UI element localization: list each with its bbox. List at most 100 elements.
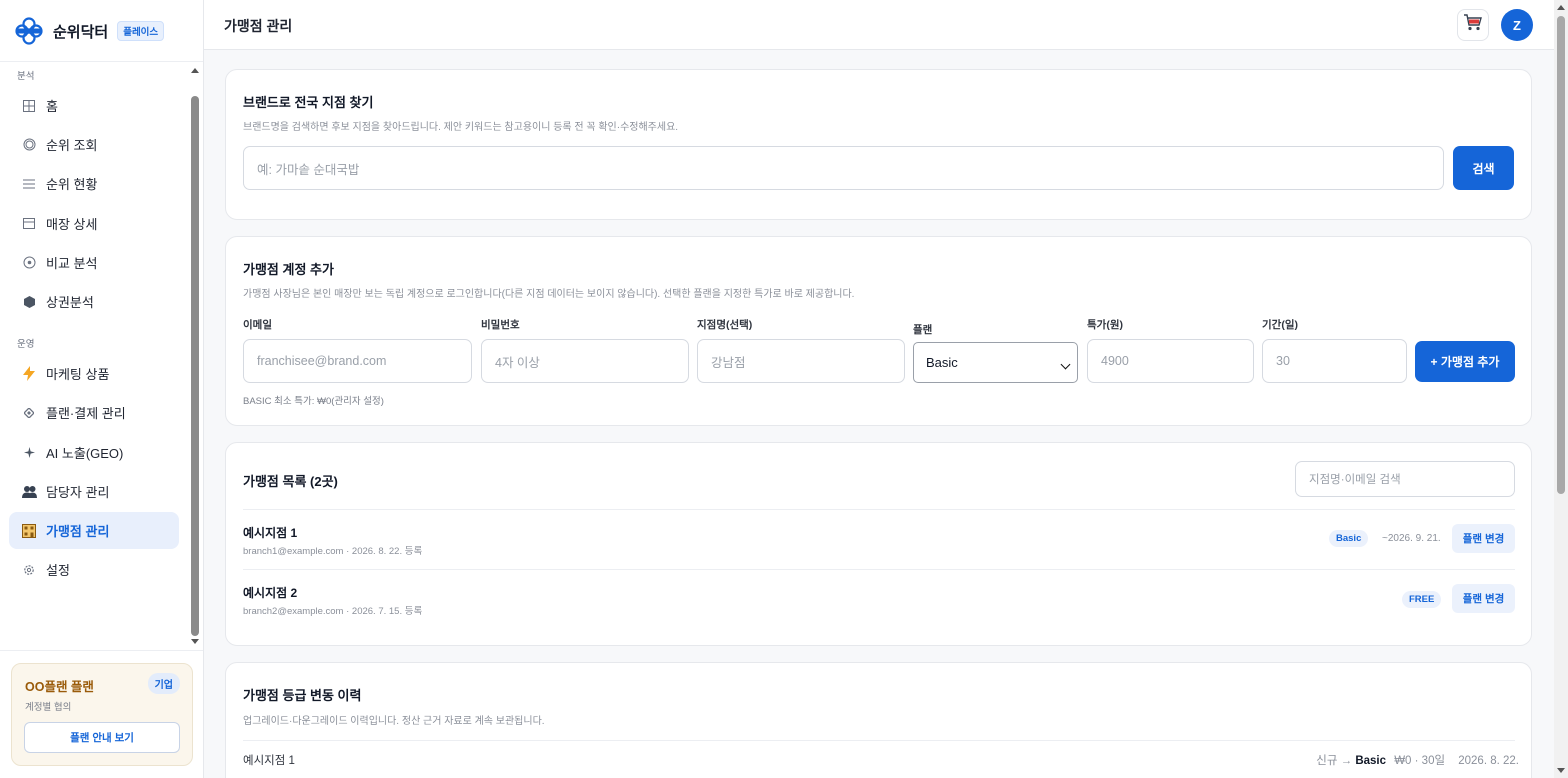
chevron-down-icon [1060, 359, 1071, 370]
branch-search-input[interactable]: 지점명·이메일 검색 [1295, 461, 1515, 497]
divider [0, 650, 203, 651]
scroll-down-icon[interactable] [191, 639, 199, 644]
brand-search-card: 브랜드로 전국 지점 찾기 브랜드명을 검색하면 후보 지점을 찾아드립니다. … [225, 69, 1532, 220]
branch-meta: branch1@example.com · 2026. 8. 22. 등록 [243, 546, 423, 557]
circle-icon [21, 137, 37, 153]
divider [243, 740, 1515, 741]
plan-name: OO플랜 플랜 [25, 680, 94, 694]
sidebar-item-label: 담당자 관리 [46, 485, 110, 500]
compare-icon [21, 255, 37, 271]
history-date: 2026. 8. 22. [1458, 755, 1519, 767]
sidebar-item-commercial-area[interactable]: 상권분석 [9, 283, 179, 320]
plan-until: ~2026. 9. 21. [1382, 533, 1441, 544]
history-detail: 신규 → Basic ₩0 · 30일 2026. 8. 22. [1316, 752, 1519, 768]
brand-name: 순위닥터 [53, 23, 109, 41]
arrow-icon: → [1340, 755, 1353, 767]
avatar[interactable]: Z [1501, 9, 1533, 41]
cart-icon [1464, 14, 1482, 36]
plan-select[interactable]: Basic [913, 342, 1078, 383]
sidebar-item-plan-billing[interactable]: 플랜·결제 관리 [9, 394, 179, 431]
sidebar-item-franchise[interactable]: 가맹점 관리 [9, 512, 179, 549]
sidebar-item-home[interactable]: 홈 [9, 87, 179, 124]
min-price-hint: BASIC 최소 특가: ₩0(관리자 설정) [243, 396, 384, 407]
sidebar-item-label: AI 노출(GEO) [46, 446, 124, 461]
sidebar-item-rank-search[interactable]: 순위 조회 [9, 126, 179, 163]
sidebar-item-settings[interactable]: 설정 [9, 551, 179, 588]
plan-guide-button[interactable]: 플랜 안내 보기 [24, 722, 180, 753]
scroll-thumb[interactable] [1557, 16, 1565, 494]
history-price: ₩0 · 30일 [1394, 755, 1446, 767]
sidebar-item-store-detail[interactable]: 매장 상세 [9, 205, 179, 242]
plan-tag: 기업 [147, 673, 180, 694]
sidebar: 순위닥터 플레이스 분석 홈 순위 조회 순위 현황 매장 상세 비교 분석 상… [0, 0, 204, 778]
page-title: 가맹점 관리 [224, 18, 293, 34]
history-to: Basic [1355, 755, 1386, 767]
search-button[interactable]: 검색 [1453, 146, 1514, 190]
branch-meta: branch2@example.com · 2026. 7. 15. 등록 [243, 606, 423, 617]
divider [243, 509, 1515, 510]
sidebar-item-label: 순위 조회 [46, 138, 98, 153]
change-plan-button[interactable]: 플랜 변경 [1452, 584, 1515, 613]
cart-button[interactable] [1457, 9, 1489, 41]
sidebar-item-label: 순위 현황 [46, 177, 98, 192]
sidebar-item-label: 플랜·결제 관리 [46, 406, 126, 421]
branch-field[interactable]: 강남점 [697, 339, 905, 383]
scroll-thumb[interactable] [191, 96, 199, 636]
brand-search-input[interactable]: 예: 가마솥 순대국밥 [243, 146, 1444, 190]
brand[interactable]: 순위닥터 플레이스 [14, 16, 165, 46]
period-field[interactable]: 30 [1262, 339, 1407, 383]
branch-name: 예시지점 2 [243, 586, 298, 600]
password-label: 비밀번호 [481, 319, 520, 331]
sidebar-item-label: 가맹점 관리 [46, 524, 110, 539]
plan-sub: 계정별 협의 [25, 702, 72, 713]
top-header: 가맹점 관리 Z [204, 0, 1554, 50]
sidebar-item-label: 홈 [46, 99, 58, 114]
sidebar-item-managers[interactable]: 담당자 관리 [9, 473, 179, 510]
grid-icon [21, 98, 37, 114]
building-icon [21, 523, 37, 539]
branch-label: 지점명(선택) [697, 319, 753, 331]
branch-name: 예시지점 1 [243, 526, 298, 540]
store-icon [21, 216, 37, 232]
plan-badge: FREE [1402, 591, 1442, 608]
lightning-icon [21, 366, 37, 382]
email-field[interactable]: franchisee@brand.com [243, 339, 472, 383]
section-label-operation: 운영 [17, 339, 35, 350]
card-title: 가맹점 목록 (2곳) [243, 474, 338, 489]
password-field[interactable]: 4자 이상 [481, 339, 689, 383]
sidebar-item-rank-status[interactable]: 순위 현황 [9, 165, 179, 202]
sparkle-icon [21, 445, 37, 461]
sidebar-scrollbar[interactable] [190, 64, 201, 648]
brand-badge: 플레이스 [117, 21, 165, 41]
card-description: 브랜드명을 검색하면 후보 지점을 찾아드립니다. 제안 키워드는 참고용이니 … [243, 122, 679, 133]
people-icon [21, 484, 37, 500]
price-field[interactable]: 4900 [1087, 339, 1254, 383]
plan-label: 플랜 [913, 324, 933, 336]
grade-history-card: 가맹점 등급 변동 이력 업그레이드·다운그레이드 이력입니다. 정산 근거 자… [225, 662, 1532, 778]
change-plan-button[interactable]: 플랜 변경 [1452, 524, 1515, 553]
sidebar-item-compare[interactable]: 비교 분석 [9, 244, 179, 281]
sidebar-item-marketing[interactable]: 마케팅 상품 [9, 355, 179, 392]
gear-icon [21, 562, 37, 578]
sidebar-item-ai-geo[interactable]: AI 노출(GEO) [9, 434, 179, 471]
email-label: 이메일 [243, 319, 272, 331]
card-description: 가맹점 사장님은 본인 매장만 보는 독립 계정으로 로그인합니다(다른 지점 … [243, 289, 855, 300]
divider [243, 569, 1515, 570]
card-title: 가맹점 등급 변동 이력 [243, 688, 362, 703]
history-from: 신규 [1316, 755, 1338, 767]
scroll-down-icon[interactable] [1557, 768, 1565, 773]
card-title: 가맹점 계정 추가 [243, 262, 334, 277]
scroll-up-icon[interactable] [191, 68, 199, 73]
plan-badge: Basic [1329, 530, 1369, 547]
history-branch-name: 예시지점 1 [243, 755, 295, 767]
add-franchise-button[interactable]: + 가맹점 추가 [1415, 341, 1515, 382]
sidebar-item-label: 매장 상세 [46, 217, 98, 232]
branch-list-card: 가맹점 목록 (2곳) 지점명·이메일 검색 예시지점 1 branch1@ex… [225, 442, 1532, 646]
period-label: 기간(일) [1262, 319, 1298, 331]
logo-icon [14, 16, 44, 46]
scroll-up-icon[interactable] [1557, 5, 1565, 10]
card-description: 업그레이드·다운그레이드 이력입니다. 정산 근거 자료로 계속 보관됩니다. [243, 716, 545, 727]
page-scrollbar[interactable] [1554, 0, 1568, 778]
price-label: 특가(원) [1087, 319, 1123, 331]
sidebar-item-label: 마케팅 상품 [46, 367, 110, 382]
